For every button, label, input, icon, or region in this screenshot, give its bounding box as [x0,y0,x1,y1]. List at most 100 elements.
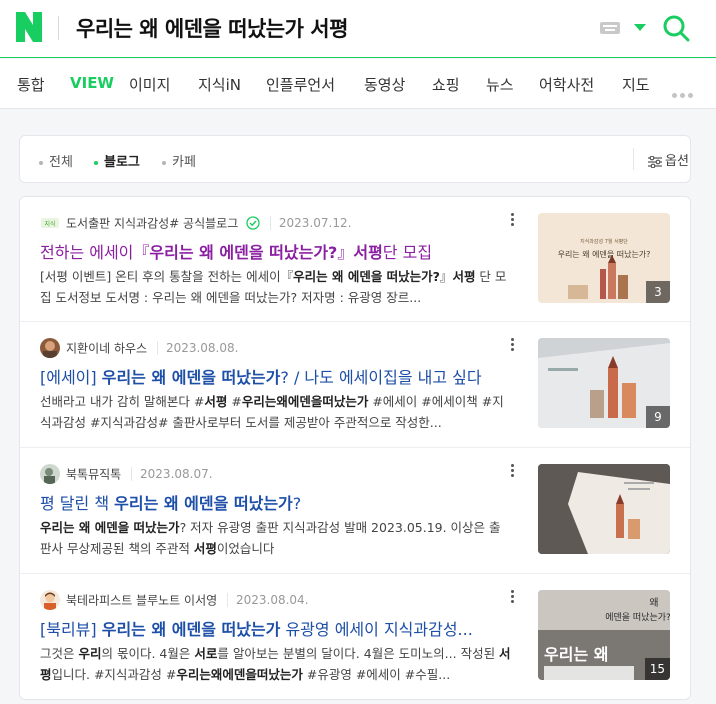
snippet-text: 그것은 [40,646,79,661]
keyboard-icon[interactable] [600,22,620,34]
result-snippet[interactable]: 우리는 왜 에덴을 떠났는가? 저자 유광영 출판 지식과감성 발매 2023.… [40,517,512,559]
result-thumbnail[interactable]: 지식과감성 7월 서평단 우리는 왜 에덴을 떠났는가? 3 [538,213,670,303]
svg-text:지식: 지식 [44,220,55,228]
snippet-highlight: 서평 [452,269,476,284]
list-item: 북톡뮤직톡 2023.08.07. 평 달린 책 우리는 왜 에덴을 떠났는가?… [20,448,690,574]
avatar [40,338,60,358]
result-snippet[interactable]: 그것은 우리의 몫이다. 4월은 서로를 알아보는 분별의 달이다. 4월은 도… [40,643,512,685]
verified-check-icon [246,216,260,230]
snippet-highlight: 우리는 왜 에덴을 떠났는가? [293,269,440,284]
thumbnail-image [538,464,670,554]
post-date: 2023.08.04. [226,593,309,607]
snippet-text: [서평 이벤트] 온티 후의 통찰을 전하는 에세이『 [40,269,294,284]
snippet-highlight: 서평 [193,541,217,556]
title-text: 평 달린 책 [40,494,115,513]
image-count: 15 [644,658,670,680]
result-snippet[interactable]: [서평 이벤트] 온티 후의 통찰을 전하는 에세이『우리는 왜 에덴을 떠났는… [40,266,512,308]
list-item: 북테라피스트 블루노트 이서영 2023.08.04. [북리뷰] 우리는 왜 … [20,574,690,699]
snippet-highlight: 서평 [204,394,228,409]
options-button[interactable]: 옵션 [648,150,689,169]
autocomplete-toggle-icon[interactable] [634,24,646,31]
tab-integrated[interactable]: 통합 [17,74,45,95]
filter-divider [633,148,634,170]
bullet-icon [39,160,43,165]
title-text: 단 모집 [382,243,433,262]
filter-all[interactable]: 전체 [39,151,73,170]
thumbnail-title: 우리는 왜 에덴을 떠났는가? [558,250,651,259]
filter-bar: 전체 블로그 카페 옵션 [19,135,691,183]
filter-cafe-label: 카페 [172,155,196,170]
result-thumbnail[interactable] [538,464,670,554]
more-options-icon[interactable] [511,338,515,354]
result-source[interactable]: 지환이네 하우스 2023.08.08. [40,338,239,358]
result-source[interactable]: 북톡뮤직톡 2023.08.07. [40,464,213,484]
thumbnail-text-sub: 에덴을 떠났는가? [605,612,670,623]
title-text: 전하는 에세이『 [40,243,150,262]
bullet-icon [162,160,166,165]
snippet-text: 』 [439,269,453,284]
snippet-highlight: 우리는왜에덴을떠났는가 [241,394,369,409]
snippet-text: 선배라고 내가 감히 말해본다 # [40,394,205,409]
blog-name: 지환이네 하우스 [66,341,148,356]
filter-all-label: 전체 [49,155,73,170]
snippet-text: 이었습니다 [216,541,275,556]
search-header: 우리는 왜 에덴을 떠났는가 서평 [0,0,716,58]
result-title[interactable]: [에세이] 우리는 왜 에덴을 떠났는가? / 나도 에세이집을 내고 싶다 [40,364,530,388]
more-options-icon[interactable] [511,590,515,606]
thumbnail-title: 우리는 왜 [544,645,608,664]
options-label: 옵션 [665,154,689,169]
list-item: 지환이네 하우스 2023.08.08. [에세이] 우리는 왜 에덴을 떠났는… [20,322,690,448]
title-highlight: 우리는 왜 에덴을 떠났는가? [149,243,338,262]
result-thumbnail[interactable]: 왜 에덴을 떠났는가? 우리는 왜 15 [538,590,670,680]
tab-video[interactable]: 동영상 [364,74,405,95]
title-text: 유광영 에세이 지식과감성... [280,620,473,639]
tab-shopping[interactable]: 쇼핑 [432,74,460,95]
title-highlight: 서평 [353,243,383,262]
search-icon[interactable] [662,14,690,42]
results-list: 지식 도서출판 지식과감성# 공식블로그 2023.07.12. 전하는 에세이… [19,196,691,700]
tab-dictionary[interactable]: 어학사전 [539,74,594,95]
post-date: 2023.08.08. [156,341,239,355]
search-category-tabs: 통합 VIEW 이미지 지식iN 인플루언서 동영상 쇼핑 뉴스 어학사전 지도 [0,59,716,109]
search-input[interactable]: 우리는 왜 에덴을 떠났는가 서평 [76,13,348,43]
more-options-icon[interactable] [511,213,515,229]
title-highlight: 우리는 왜 에덴을 떠났는가 [114,494,293,513]
title-text: ? / 나도 에세이집을 내고 싶다 [280,368,482,387]
blog-name: 도서출판 지식과감성# 공식블로그 [66,216,239,231]
tab-images[interactable]: 이미지 [129,74,170,95]
tab-news[interactable]: 뉴스 [486,74,514,95]
naver-logo[interactable] [16,12,42,42]
snippet-text: 입니다. #지식과감성 # [51,667,177,682]
avatar [40,464,60,484]
result-title[interactable]: 평 달린 책 우리는 왜 에덴을 떠났는가? [40,490,530,514]
tab-map[interactable]: 지도 [622,74,650,95]
filter-blog[interactable]: 블로그 [94,151,140,170]
blog-name: 북테라피스트 블루노트 이서영 [66,593,218,608]
more-tabs-icon[interactable] [672,83,696,102]
tab-knowledge-in[interactable]: 지식iN [198,74,241,95]
snippet-highlight: 서로 [194,646,218,661]
tab-view[interactable]: VIEW [70,74,114,92]
image-count: 9 [646,406,670,428]
post-date: 2023.07.12. [269,216,352,230]
thumbnail-text-top: 왜 [649,597,658,609]
snippet-highlight: 우리는왜에덴을떠났는가 [176,667,303,682]
result-title[interactable]: [북리뷰] 우리는 왜 에덴을 떠났는가 유광영 에세이 지식과감성... [40,616,530,640]
filter-cafe[interactable]: 카페 [162,151,196,170]
result-title[interactable]: 전하는 에세이『우리는 왜 에덴을 떠났는가?』서평단 모집 [40,239,530,263]
result-thumbnail[interactable]: 9 [538,338,670,428]
blog-name: 북톡뮤직톡 [66,467,122,482]
result-snippet[interactable]: 선배라고 내가 감히 말해본다 #서평 #우리는왜에덴을떠났는가 #에세이 #에… [40,391,512,433]
title-text: ? [292,494,302,513]
title-text: 』 [337,243,354,262]
result-source[interactable]: 북테라피스트 블루노트 이서영 2023.08.04. [40,590,309,610]
snippet-highlight: 우리는 왜 에덴을 떠났는가 [40,520,180,535]
snippet-text: #유광영 #에세이 #수필... [302,667,451,682]
sliders-icon [648,155,662,168]
result-source[interactable]: 지식 도서출판 지식과감성# 공식블로그 2023.07.12. [40,213,352,233]
more-options-icon[interactable] [511,464,515,480]
tab-influencer[interactable]: 인플루언서 [266,74,335,95]
bullet-icon [94,160,98,165]
filter-blog-label: 블로그 [104,155,140,170]
snippet-text: 를 알아보는 분별의 달이다. 4월은 도미노의... 작성된 [217,646,500,661]
